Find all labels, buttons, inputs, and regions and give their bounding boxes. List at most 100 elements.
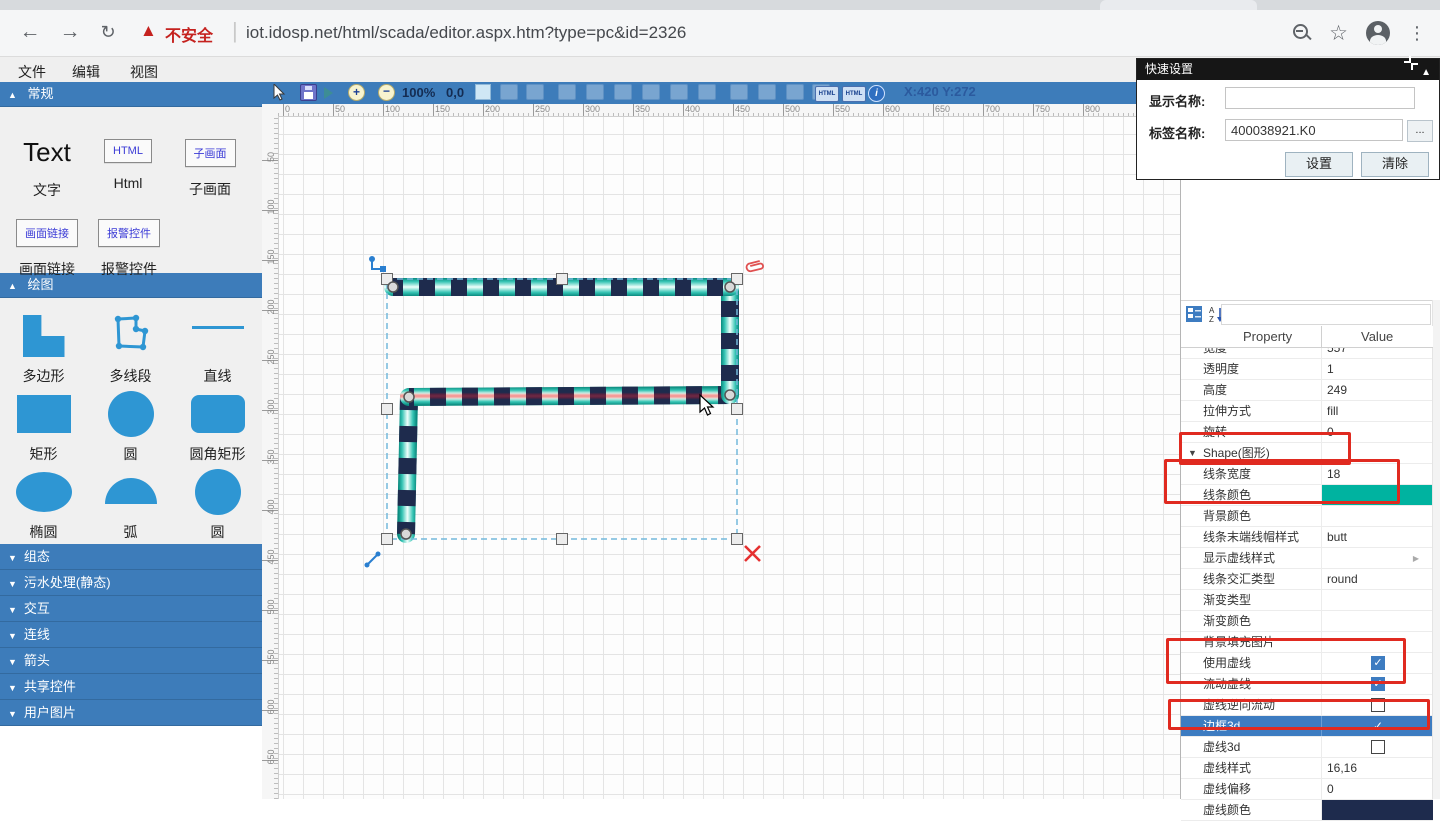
property-row[interactable]: 渐变颜色	[1181, 611, 1433, 632]
tool-line[interactable]: 直线	[174, 310, 261, 388]
tool-subscreen[interactable]: 子画面 子画面	[172, 139, 248, 199]
property-row[interactable]: 透明度1	[1181, 359, 1433, 380]
tool-rect[interactable]: 矩形	[0, 388, 87, 466]
tool-polyline[interactable]: 多线段	[87, 310, 174, 388]
subscreen-tool-preview[interactable]: 子画面	[185, 139, 236, 167]
screen-link-tool-preview[interactable]: 画面链接	[16, 219, 78, 247]
tool-rounded-rect[interactable]: 圆角矩形	[174, 388, 261, 466]
tool-alarm-control[interactable]: 报警控件 报警控件	[90, 219, 168, 279]
quick-settings-header[interactable]: 快速设置 ▲	[1137, 59, 1439, 80]
delete-icon[interactable]	[745, 546, 760, 561]
ungroup-icon[interactable]	[526, 84, 544, 100]
zoom-in-icon[interactable]: +	[348, 84, 365, 101]
property-row[interactable]: 虚线样式16,16	[1181, 758, 1433, 779]
tool-arc[interactable]: 弧	[87, 466, 174, 544]
profile-avatar[interactable]	[1366, 21, 1390, 45]
select-cursor-icon[interactable]	[272, 84, 286, 101]
group-icon[interactable]	[500, 84, 518, 100]
forward-icon[interactable]: →	[56, 18, 84, 46]
refresh-icon[interactable]: ↻	[94, 18, 122, 46]
section-header-collapsed[interactable]: ▼交互	[0, 596, 262, 622]
bookmark-star-icon[interactable]: ☆	[1329, 21, 1348, 46]
section-header-collapsed[interactable]: ▼污水处理(静态)	[0, 570, 262, 596]
resize-handle[interactable]	[732, 404, 743, 415]
design-canvas[interactable]: 0501001502002503003504004505005506006507…	[262, 104, 1180, 799]
same-height-icon[interactable]	[758, 84, 776, 100]
alarm-control-tool-preview[interactable]: 报警控件	[98, 219, 160, 247]
tool-screen-link[interactable]: 画面链接 画面链接	[8, 219, 86, 279]
tool-circle[interactable]: 圆	[87, 388, 174, 466]
tool-circle[interactable]: 圆	[174, 466, 261, 544]
align-left-icon[interactable]	[558, 84, 576, 100]
property-value[interactable]: 16,16	[1327, 758, 1357, 778]
checkbox[interactable]	[1371, 740, 1385, 754]
resize-handle[interactable]	[732, 534, 743, 545]
property-value[interactable]: round	[1327, 569, 1358, 589]
align-bottom-icon[interactable]	[698, 84, 716, 100]
browse-tag-button[interactable]: ...	[1407, 120, 1433, 142]
align-middle-icon[interactable]	[670, 84, 688, 100]
url-text[interactable]: iot.idosp.net/html/scada/editor.aspx.htm…	[246, 23, 686, 43]
property-row[interactable]: 虚线3d	[1181, 737, 1433, 758]
edit-points-icon[interactable]	[369, 256, 386, 272]
property-row[interactable]: 线条末端线帽样式butt	[1181, 527, 1433, 548]
section-header-collapsed[interactable]: ▼共享控件	[0, 674, 262, 700]
security-warning-icon[interactable]: ▲	[140, 21, 157, 41]
html-export-icon[interactable]: HTML	[815, 86, 839, 102]
same-width-icon[interactable]	[730, 84, 748, 100]
menu-edit[interactable]: 编辑	[66, 60, 106, 84]
tool-text[interactable]: Text 文字	[8, 137, 86, 200]
property-row[interactable]: 渐变类型	[1181, 590, 1433, 611]
html-export-icon-2[interactable]: HTML	[842, 86, 866, 102]
property-value[interactable]: fill	[1327, 401, 1338, 421]
zoom-out-page-icon[interactable]	[1293, 24, 1311, 42]
display-name-input[interactable]	[1225, 87, 1415, 109]
property-value[interactable]: 1	[1327, 359, 1334, 379]
origin-coords[interactable]: 0,0	[446, 84, 464, 101]
zoom-out-icon[interactable]: −	[378, 84, 395, 101]
menu-view[interactable]: 视图	[124, 60, 164, 84]
resize-handle[interactable]	[382, 534, 393, 545]
html-tool-preview[interactable]: HTML	[104, 139, 152, 163]
tool-polygon[interactable]: 多边形	[0, 310, 87, 388]
property-row[interactable]: 高度249	[1181, 380, 1433, 401]
section-header-general[interactable]: ▲ 常规	[0, 82, 262, 107]
browser-menu-icon[interactable]: ⋮	[1408, 23, 1426, 44]
property-row[interactable]: 线条交汇类型round	[1181, 569, 1433, 590]
resize-handle[interactable]	[382, 404, 393, 415]
property-row[interactable]: 背景颜色	[1181, 506, 1433, 527]
vertex-handle[interactable]	[401, 529, 411, 539]
collapse-panel-icon[interactable]: ▲	[1421, 62, 1431, 83]
tool-html[interactable]: HTML Html	[90, 139, 166, 191]
property-value[interactable]: 0	[1327, 779, 1334, 799]
back-icon[interactable]: ←	[16, 18, 44, 46]
property-row[interactable]: 显示虚线样式▶	[1181, 548, 1433, 569]
section-header-collapsed[interactable]: ▼组态	[0, 544, 262, 570]
browser-tab[interactable]	[1100, 0, 1257, 10]
canvas-settings-icon[interactable]	[475, 84, 491, 100]
value-column-header[interactable]: Value	[1361, 326, 1393, 347]
section-header-collapsed[interactable]: ▼箭头	[0, 648, 262, 674]
property-row[interactable]: 拉伸方式fill	[1181, 401, 1433, 422]
color-swatch[interactable]	[1322, 800, 1433, 820]
security-warning-label[interactable]: 不安全	[165, 22, 213, 46]
distribute-h-icon[interactable]	[786, 84, 804, 100]
save-icon[interactable]	[300, 84, 317, 101]
resize-handle[interactable]	[557, 274, 568, 285]
tag-name-input[interactable]	[1225, 119, 1403, 141]
align-right-icon[interactable]	[614, 84, 632, 100]
dropdown-arrow-icon[interactable]: ▶	[1413, 554, 1419, 563]
property-column-header[interactable]: Property	[1243, 326, 1292, 347]
info-icon[interactable]: i	[868, 85, 885, 102]
property-value[interactable]: 249	[1327, 380, 1347, 400]
section-header-collapsed[interactable]: ▼连线	[0, 622, 262, 648]
vertex-handle[interactable]	[388, 282, 398, 292]
align-center-icon[interactable]	[586, 84, 604, 100]
vertex-handle[interactable]	[725, 390, 735, 400]
resize-handle[interactable]	[557, 534, 568, 545]
text-tool-preview[interactable]: Text	[8, 137, 86, 168]
set-button[interactable]: 设置	[1285, 152, 1353, 177]
vertex-handle[interactable]	[404, 392, 414, 402]
tool-ellipse[interactable]: 椭圆	[0, 466, 87, 544]
property-value[interactable]: butt	[1327, 527, 1347, 547]
